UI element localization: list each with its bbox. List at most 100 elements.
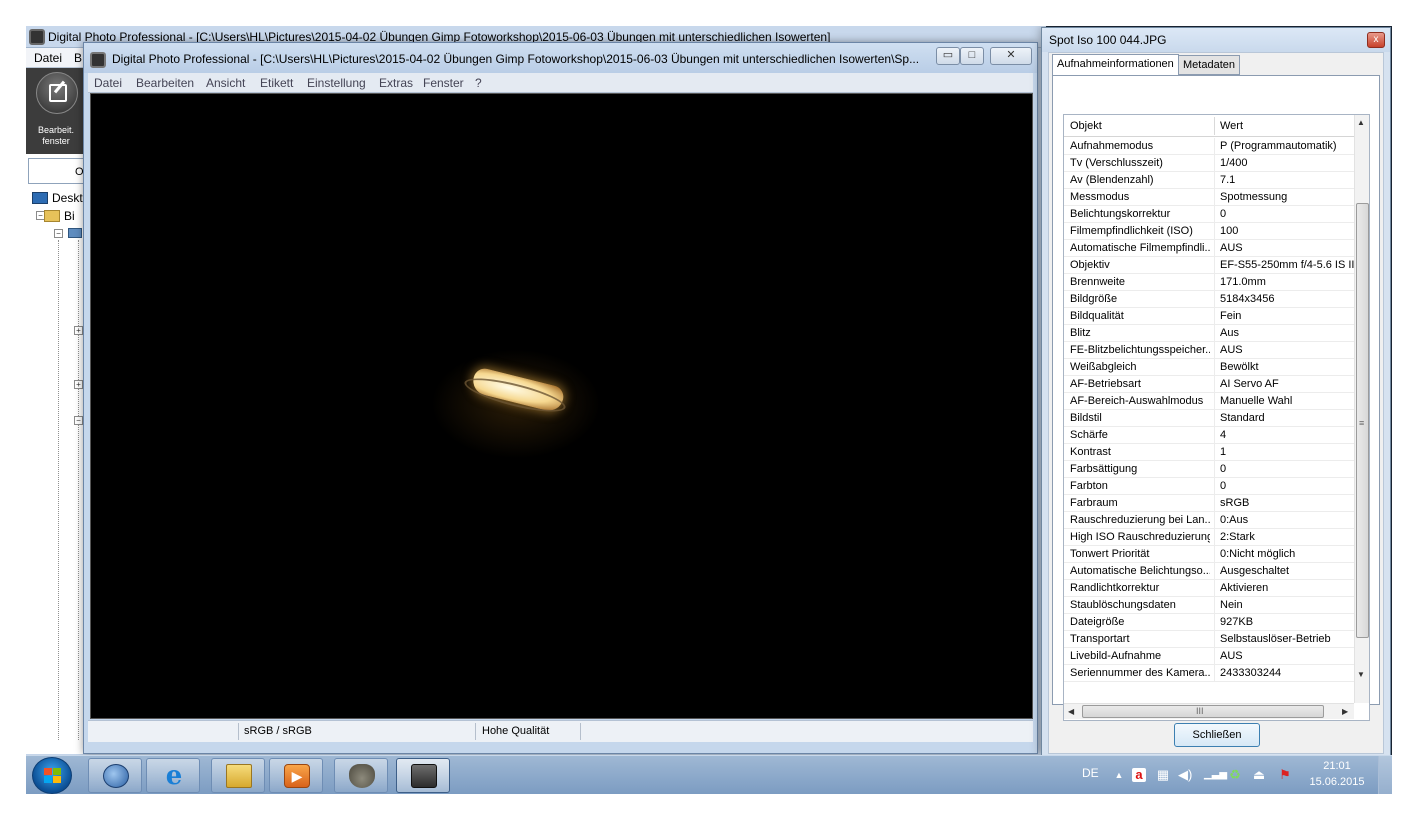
horizontal-scrollbar[interactable]: ◀ III ▶ <box>1064 703 1354 719</box>
row-key: Automatische Belichtungso... <box>1070 565 1210 577</box>
table-row[interactable]: Automatische Filmempfindli... AUS <box>1064 240 1354 257</box>
column-header-objekt[interactable]: Objekt <box>1070 120 1102 132</box>
show-desktop-button[interactable] <box>1378 756 1392 794</box>
vertical-scrollbar[interactable]: ▲ ≡ ▼ <box>1354 115 1369 703</box>
table-row[interactable]: Farbraum sRGB <box>1064 495 1354 512</box>
table-row[interactable]: Staublöschungsdaten Nein <box>1064 597 1354 614</box>
scroll-down-icon[interactable]: ▼ <box>1357 670 1365 679</box>
table-row[interactable]: High ISO Rauschreduzierung 2:Stark <box>1064 529 1354 546</box>
language-indicator[interactable]: DE <box>1082 766 1099 780</box>
table-row[interactable]: Weißabgleich Bewölkt <box>1064 359 1354 376</box>
scroll-right-icon[interactable]: ▶ <box>1342 707 1348 716</box>
volume-icon[interactable]: ◀) <box>1178 768 1192 782</box>
row-value: Manuelle Wahl <box>1220 395 1293 407</box>
tree-collapse-icon[interactable]: − <box>74 416 83 425</box>
table-row[interactable]: Tonwert Priorität 0:Nicht möglich <box>1064 546 1354 563</box>
table-row[interactable]: FE-Blitzbelichtungsspeicher... AUS <box>1064 342 1354 359</box>
row-value: Aktivieren <box>1220 582 1269 594</box>
image-window-title-bar[interactable]: Digital Photo Professional - [C:\Users\H… <box>84 43 1037 73</box>
menu-etikett[interactable]: Etikett <box>260 76 293 90</box>
clock-time[interactable]: 21:01 <box>1308 760 1366 772</box>
table-row[interactable]: Livebild-Aufnahme AUS <box>1064 648 1354 665</box>
tab-metadaten[interactable]: Metadaten <box>1178 55 1240 75</box>
menu-extras[interactable]: Extras <box>379 76 413 90</box>
grid-icon[interactable]: ▦ <box>1156 768 1170 782</box>
table-row[interactable]: Bildstil Standard <box>1064 410 1354 427</box>
taskbar-app-internet-explorer[interactable]: e <box>146 758 200 793</box>
main-menu-partial[interactable]: B <box>74 51 82 65</box>
menu-ansicht[interactable]: Ansicht <box>206 76 245 90</box>
table-row[interactable]: Farbton 0 <box>1064 478 1354 495</box>
column-header-wert[interactable]: Wert <box>1220 120 1243 132</box>
signal-icon[interactable]: ▁▃▅ <box>1204 768 1227 782</box>
tree-item-library[interactable]: Bi <box>34 208 75 223</box>
table-row[interactable]: Brennweite 171.0mm <box>1064 274 1354 291</box>
tree-expand-icon[interactable]: + <box>74 326 83 335</box>
table-row[interactable]: AF-Bereich-Auswahlmodus Manuelle Wahl <box>1064 393 1354 410</box>
main-menu-bar: Datei B <box>26 48 84 68</box>
scrollbar-thumb[interactable]: ≡ <box>1356 203 1369 638</box>
table-row[interactable]: Aufnahmemodus P (Programmautomatik) <box>1064 138 1354 155</box>
table-row[interactable]: Blitz Aus <box>1064 325 1354 342</box>
menu-help[interactable]: ? <box>475 76 482 90</box>
taskbar-app-digital-photo-professional[interactable] <box>396 758 450 793</box>
minimize-button[interactable]: ▭ <box>936 47 960 65</box>
table-row[interactable]: Objektiv EF-S55-250mm f/4-5.6 IS II <box>1064 257 1355 274</box>
menu-datei[interactable]: Datei <box>94 76 122 90</box>
table-row[interactable]: Dateigröße 927KB <box>1064 614 1354 631</box>
table-row[interactable]: Tv (Verschlusszeit) 1/400 <box>1064 155 1354 172</box>
menu-fenster[interactable]: Fenster <box>423 76 464 90</box>
taskbar-app-explorer[interactable] <box>211 758 265 793</box>
main-menu-datei[interactable]: Datei <box>34 51 62 65</box>
tree-collapse-icon[interactable]: − <box>54 229 63 238</box>
table-row[interactable]: Randlichtkorrektur Aktivieren <box>1064 580 1354 597</box>
left-panel-tab[interactable]: O <box>28 158 84 184</box>
row-value: P (Programmautomatik) <box>1220 140 1337 152</box>
close-button[interactable]: ✕ <box>990 47 1032 65</box>
table-row[interactable]: Belichtungskorrektur 0 <box>1064 206 1354 223</box>
dialog-close-icon[interactable]: x <box>1367 32 1385 48</box>
row-value: Spotmessung <box>1220 191 1288 203</box>
taskbar-app-thunderbird[interactable] <box>88 758 142 793</box>
table-row[interactable]: Kontrast 1 <box>1064 444 1354 461</box>
scrollbar-thumb[interactable]: III <box>1082 705 1324 718</box>
table-row[interactable]: Transportart Selbstauslöser-Betrieb <box>1064 631 1354 648</box>
table-row[interactable]: Rauschreduzierung bei Lan... 0:Aus <box>1064 512 1354 529</box>
info-dialog: Spot Iso 100 044.JPG x Aufnahmeinformati… <box>1041 27 1391 757</box>
edit-window-button[interactable] <box>36 72 78 114</box>
row-key: Bildgröße <box>1070 293 1118 305</box>
tree-expand-icon[interactable]: + <box>74 380 83 389</box>
antivirus-icon[interactable]: a <box>1132 768 1146 782</box>
menu-einstellung[interactable]: Einstellung <box>307 76 366 90</box>
desktop-icon <box>32 191 48 204</box>
info-dialog-title-bar[interactable]: Spot Iso 100 044.JPG x <box>1042 28 1390 52</box>
table-row[interactable]: Seriennummer des Kamera... 2433303244 <box>1064 665 1354 682</box>
schliessen-button[interactable]: Schließen <box>1174 723 1260 747</box>
taskbar-app-media-player[interactable]: ▶ <box>269 758 323 793</box>
show-hidden-icons-icon[interactable]: ▲ <box>1112 768 1126 782</box>
image-preview[interactable] <box>90 93 1033 719</box>
menu-bearbeiten[interactable]: Bearbeiten <box>136 76 194 90</box>
table-row[interactable]: Farbsättigung 0 <box>1064 461 1354 478</box>
tree-item-desktop[interactable]: Deskt <box>32 190 83 205</box>
network-warning-icon[interactable]: ⚑ <box>1278 768 1292 782</box>
scroll-up-icon[interactable]: ▲ <box>1357 118 1365 127</box>
table-row[interactable]: Messmodus Spotmessung <box>1064 189 1354 206</box>
scroll-left-icon[interactable]: ◀ <box>1068 707 1074 716</box>
column-separator[interactable] <box>1214 117 1215 135</box>
start-button[interactable] <box>32 757 72 794</box>
table-row[interactable]: Schärfe 4 <box>1064 427 1354 444</box>
table-row[interactable]: Bildgröße 5184x3456 <box>1064 291 1354 308</box>
table-row[interactable]: Bildqualität Fein <box>1064 308 1354 325</box>
clock-date[interactable]: 15.06.2015 <box>1306 776 1368 788</box>
maximize-button[interactable]: □ <box>960 47 984 65</box>
table-row[interactable]: Automatische Belichtungso... Ausgeschalte… <box>1064 563 1354 580</box>
recycle-icon[interactable]: ♻ <box>1228 768 1242 782</box>
table-row[interactable]: AF-Betriebsart AI Servo AF <box>1064 376 1354 393</box>
table-row[interactable]: Av (Blendenzahl) 7.1 <box>1064 172 1354 189</box>
status-separator <box>475 723 476 740</box>
tab-aufnahmeinformationen[interactable]: Aufnahmeinformationen <box>1052 54 1179 76</box>
taskbar-app-gimp[interactable] <box>334 758 388 793</box>
table-row[interactable]: Filmempfindlichkeit (ISO) 100 <box>1064 223 1354 240</box>
usb-device-icon[interactable]: ⏏ <box>1252 768 1266 782</box>
